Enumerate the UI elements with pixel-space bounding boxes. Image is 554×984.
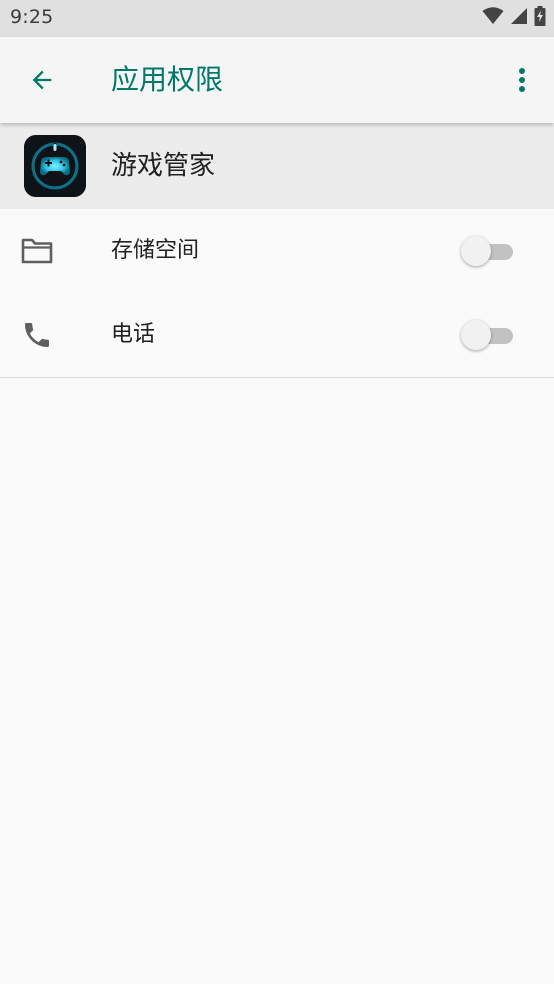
phone-icon (20, 319, 54, 351)
status-time: 9:25 (10, 6, 54, 28)
toggle-thumb (461, 320, 491, 350)
permission-row-storage[interactable]: 存储空间 (0, 209, 554, 294)
arrow-back-icon (32, 70, 52, 90)
app-icon (24, 135, 86, 197)
more-vert-icon (519, 68, 525, 92)
toggle-thumb (461, 236, 491, 266)
storage-toggle[interactable] (461, 235, 515, 267)
app-name: 游戏管家 (111, 151, 216, 181)
permission-label: 存储空间 (111, 238, 200, 263)
wifi-icon (482, 7, 504, 29)
phone-toggle[interactable] (461, 319, 515, 351)
page-title: 应用权限 (111, 63, 224, 96)
gamepad-icon (24, 135, 86, 197)
app-header: 游戏管家 (0, 123, 554, 209)
app-bar: 应用权限 (0, 37, 554, 123)
signal-icon (510, 7, 528, 29)
status-icons (482, 6, 546, 30)
permission-row-phone[interactable]: 电话 (0, 293, 554, 378)
back-button[interactable] (18, 56, 66, 104)
folder-icon (20, 235, 54, 267)
permission-label: 电话 (111, 322, 156, 347)
battery-charging-icon (534, 6, 546, 30)
status-bar: 9:25 (0, 0, 554, 37)
more-options-button[interactable] (502, 56, 542, 104)
